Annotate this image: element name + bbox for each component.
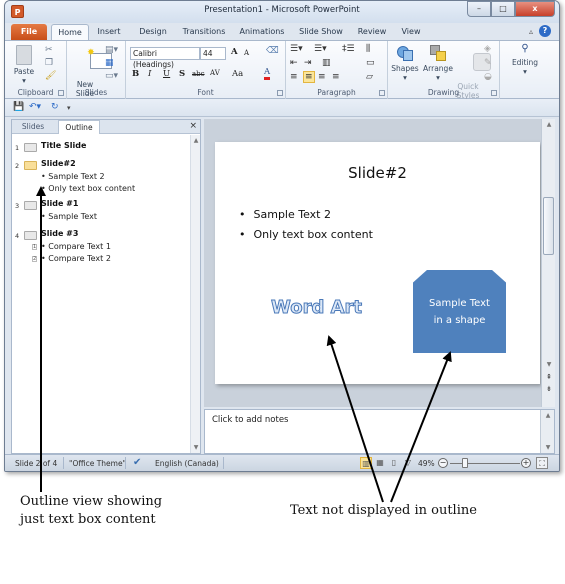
annotation-line: Outline view showing [20,494,163,509]
left-annotation: Outline view showing just text box conte… [20,493,162,529]
annotation-line: just text box content [20,512,156,527]
right-annotation: Text not displayed in outline [290,503,477,518]
wordart-arrow [326,335,384,503]
shape-arrow [390,351,452,503]
